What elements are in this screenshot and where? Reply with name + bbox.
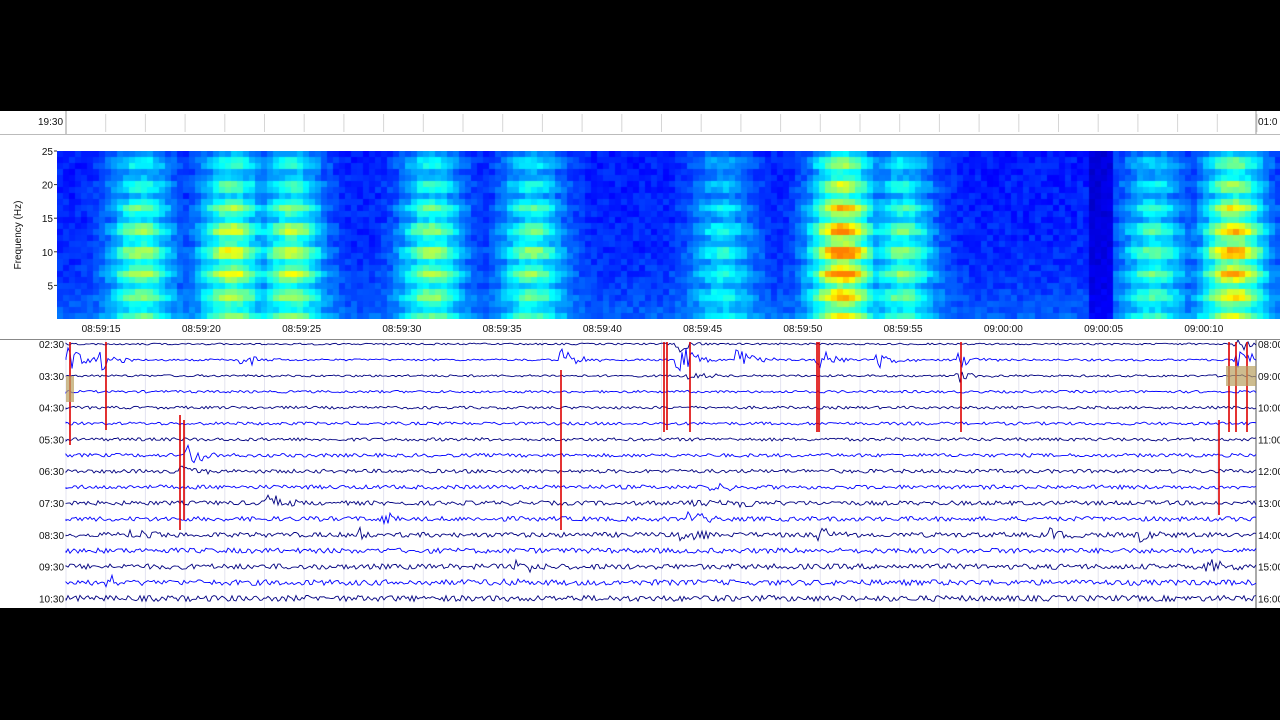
spec-xtick-label: 08:59:50	[783, 324, 822, 335]
heli-right-label: 09:00	[1258, 372, 1280, 383]
spectrogram-heatmap	[57, 151, 1280, 319]
spec-ytick-label: 5	[47, 281, 53, 292]
heli-left-label: 10:30	[39, 594, 64, 605]
heli-right-label: 11:00	[1258, 435, 1280, 446]
heli-left-label: 08:30	[39, 531, 64, 542]
spec-xtick-label: 08:59:45	[683, 324, 722, 335]
spec-xtick-label: 08:59:30	[382, 324, 421, 335]
heli-right-label: 13:00	[1258, 499, 1280, 510]
spec-ylabel: Frequency (Hz)	[13, 201, 24, 270]
heli-right-label: 14:00	[1258, 531, 1280, 542]
spec-xtick-label: 09:00:10	[1184, 324, 1223, 335]
overview-time-strip: 19:30 01:0	[0, 111, 1280, 135]
spec-xtick-label: 08:59:40	[583, 324, 622, 335]
spec-xtick-label: 08:59:55	[884, 324, 923, 335]
heli-right-label: 15:00	[1258, 563, 1280, 574]
overview-right-time: 01:0	[1258, 117, 1278, 128]
overview-grid	[65, 111, 1258, 134]
spec-ytick-label: 10	[42, 248, 54, 259]
spec-ytick-label: 25	[42, 147, 54, 158]
heli-right-label: 16:00	[1258, 594, 1280, 605]
spec-xtick-label: 08:59:20	[182, 324, 221, 335]
heli-right-label: 12:00	[1258, 467, 1280, 478]
heli-left-label: 04:30	[39, 404, 64, 415]
spec-xtick-label: 08:59:25	[282, 324, 321, 335]
spec-ytick-label: 20	[42, 181, 54, 192]
heli-left-label: 03:30	[39, 372, 64, 383]
heli-right-label: 08:00	[1258, 340, 1280, 351]
seismogram-window: 19:30 01:0 5 10 15 20 25 Frequency (Hz) 08:59:…	[0, 111, 1280, 608]
spec-xtick-label: 09:00:05	[1084, 324, 1123, 335]
helicorder-panel: 02:30 08:00 03:30 09:00 04:30 10:00 05:30 11:00…	[0, 338, 1280, 608]
spec-xtick-label: 08:59:35	[483, 324, 522, 335]
helicorder-plot: 02:30 08:00 03:30 09:00 04:30 10:00 05:30 11:00…	[39, 338, 1280, 608]
heli-left-label: 02:30	[39, 340, 64, 351]
spec-xtick-label: 09:00:00	[984, 324, 1023, 335]
heli-left-label: 07:30	[39, 499, 64, 510]
spec-ytick-label: 15	[42, 214, 54, 225]
heli-selection-left	[66, 376, 74, 402]
spec-xtick-label: 08:59:15	[82, 324, 121, 335]
spectrogram-panel: 5 10 15 20 25 Frequency (Hz) 08:59:15 08:59:20 0…	[0, 135, 1280, 340]
heli-left-label: 05:30	[39, 435, 64, 446]
heli-left-label: 06:30	[39, 467, 64, 478]
heli-left-label: 09:30	[39, 563, 64, 574]
heli-right-label: 10:00	[1258, 404, 1280, 415]
heli-selection-right	[1226, 366, 1256, 386]
